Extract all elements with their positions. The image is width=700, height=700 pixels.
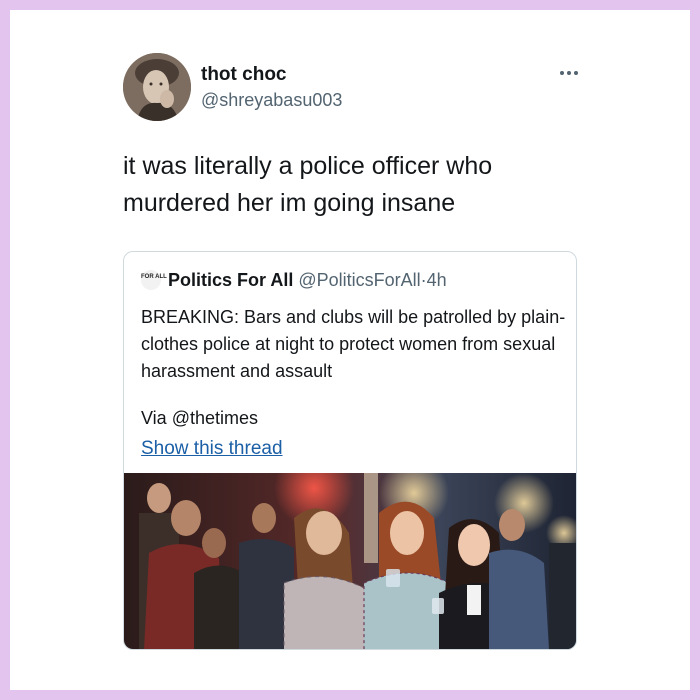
quoted-user-handle[interactable]: @PoliticsForAll bbox=[298, 270, 420, 290]
avatar[interactable] bbox=[123, 53, 191, 121]
quoted-tweet-photo[interactable] bbox=[124, 473, 576, 649]
tweet-text: it was literally a police officer who mu… bbox=[123, 152, 493, 217]
show-thread-link[interactable]: Show this thread bbox=[141, 435, 283, 462]
quoted-tweet-via: Via @thetimes bbox=[141, 408, 258, 428]
quoted-tweet-header: FOR ALL Politics For All @PoliticsForAll… bbox=[141, 269, 447, 291]
more-horizontal-icon[interactable] bbox=[557, 66, 581, 80]
logo-text: FOR ALL bbox=[141, 274, 167, 280]
quoted-display-name[interactable]: Politics For All bbox=[168, 270, 293, 290]
timestamp[interactable]: 4h bbox=[427, 270, 447, 290]
quoted-tweet[interactable]: FOR ALL Politics For All @PoliticsForAll… bbox=[123, 251, 577, 650]
user-handle[interactable]: @shreyabasu003 bbox=[201, 90, 342, 111]
politics-for-all-logo: FOR ALL bbox=[141, 270, 167, 290]
display-name[interactable]: thot choc bbox=[201, 64, 287, 86]
tweet-card: thot choc @shreyabasu003 it was literall… bbox=[10, 10, 690, 690]
quoted-tweet-text: BREAKING: Bars and clubs will be patroll… bbox=[141, 307, 566, 381]
